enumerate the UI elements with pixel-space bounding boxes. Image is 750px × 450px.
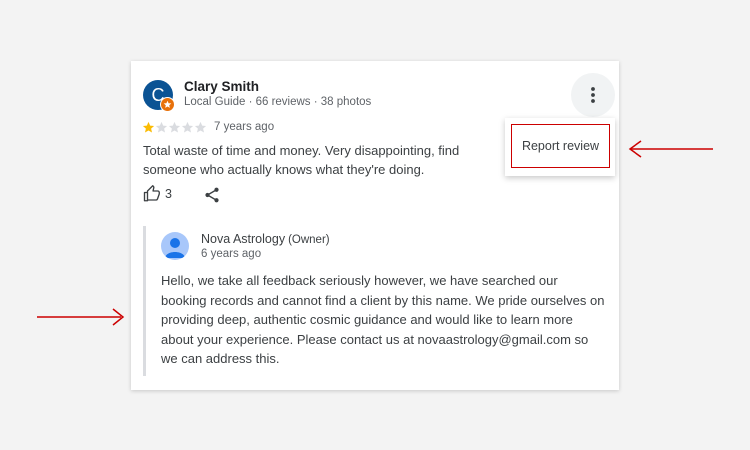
local-guide-badge-icon [160, 97, 175, 112]
star-icon [142, 121, 155, 133]
reviewer-meta: Local Guide · 66 reviews · 38 photos [184, 96, 372, 108]
owner-reply-text: Hello, we take all feedback seriously ho… [161, 273, 605, 366]
report-review-menu-item[interactable]: Report review [511, 124, 610, 168]
more-vert-icon [591, 87, 595, 103]
share-icon [205, 187, 219, 203]
review-age: 7 years ago [214, 121, 275, 133]
owner-reply-age: 6 years ago [201, 248, 262, 260]
options-menu: Report review [505, 118, 615, 176]
arrow-right-icon [37, 308, 125, 326]
owner-tag: (Owner) [288, 234, 330, 246]
review-card: C Clary Smith Local Guide · 66 reviews ·… [131, 61, 619, 390]
person-icon [165, 238, 185, 258]
star-icon [181, 121, 194, 133]
owner-business-name: Nova Astrology [201, 232, 286, 246]
star-icon [194, 121, 207, 133]
thumb-up-icon [143, 185, 160, 202]
owner-avatar [161, 232, 189, 260]
review-text: Total waste of time and money. Very disa… [143, 143, 460, 177]
star-icon [155, 121, 168, 133]
like-count: 3 [165, 187, 172, 201]
star-icon [168, 121, 181, 133]
like-button[interactable] [143, 185, 161, 208]
star-rating [142, 121, 207, 135]
share-button[interactable] [203, 186, 221, 209]
owner-reply-divider [143, 226, 146, 376]
arrow-left-icon [628, 140, 713, 158]
owner-name: Nova Astrology (Owner) [201, 232, 330, 246]
more-options-button[interactable] [571, 73, 615, 117]
reviewer-name[interactable]: Clary Smith [184, 79, 259, 94]
